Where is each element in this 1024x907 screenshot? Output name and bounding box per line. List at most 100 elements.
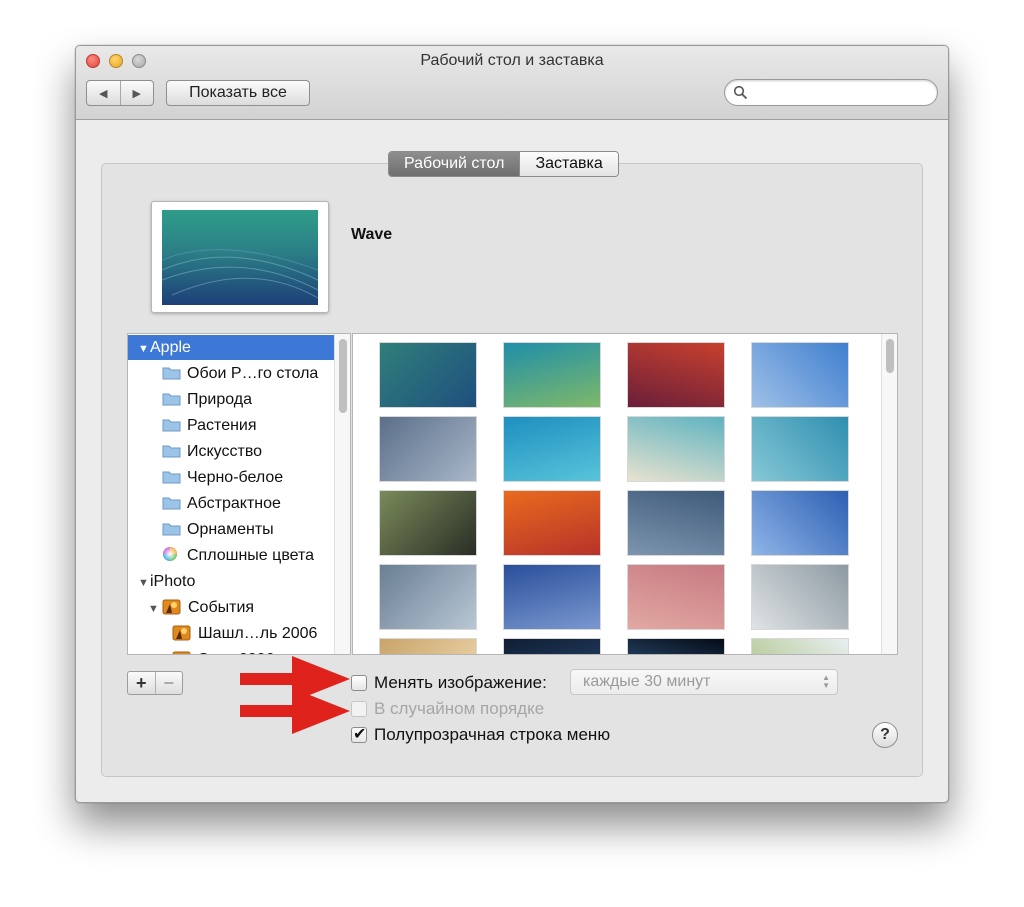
wallpaper-thumbnail[interactable]: [751, 342, 849, 408]
sidebar-item[interactable]: Обои Р…го стола: [128, 361, 334, 386]
color-wheel-icon: [162, 545, 181, 561]
sidebar-item-label: iPhoto: [150, 573, 196, 590]
change-picture-checkbox[interactable]: [351, 675, 367, 691]
wallpaper-thumbnail[interactable]: [503, 490, 601, 556]
sidebar-item[interactable]: Черно-белое: [128, 465, 334, 490]
translucent-menu-checkbox[interactable]: [351, 724, 367, 744]
search-field[interactable]: [724, 79, 938, 106]
sidebar-item-label: Абстрактное: [187, 495, 281, 512]
sidebar-item[interactable]: Э…о 2006: [128, 647, 334, 654]
sidebar-item[interactable]: ▼iPhoto: [128, 569, 334, 594]
tab-desktop[interactable]: Рабочий стол: [389, 152, 520, 176]
folder-icon: [162, 467, 181, 484]
tab-screensaver[interactable]: Заставка: [519, 152, 618, 176]
tab-bar: Рабочий стол Заставка: [388, 151, 619, 177]
sidebar-item[interactable]: Искусство: [128, 439, 334, 464]
grid-scroll-thumb[interactable]: [886, 339, 894, 373]
sidebar-item-label: Шашл…ль 2006: [198, 625, 318, 642]
wallpaper-thumbnail[interactable]: [379, 638, 477, 654]
search-input[interactable]: [753, 83, 929, 103]
wallpaper-grid: [352, 333, 898, 655]
sidebar-item-label: Орнаменты: [187, 521, 274, 538]
sidebar-item-label: Растения: [187, 417, 257, 434]
wallpaper-thumbnail[interactable]: [751, 638, 849, 654]
help-button[interactable]: ?: [872, 722, 898, 748]
sidebar-item-label: Природа: [187, 391, 253, 408]
title-bar: Рабочий стол и заставка ◀ ▶ Показать все: [76, 46, 948, 120]
wallpaper-thumbnail[interactable]: [627, 342, 725, 408]
search-icon: [733, 85, 748, 100]
forward-button[interactable]: ▶: [119, 81, 154, 105]
sidebar-item-label: Обои Р…го стола: [187, 365, 319, 382]
sidebar-scroll-thumb[interactable]: [339, 339, 347, 413]
sidebar-item[interactable]: Природа: [128, 387, 334, 412]
sidebar-item-label: Искусство: [187, 443, 263, 460]
folder-icon: [162, 363, 181, 380]
sidebar-item[interactable]: ▼ События: [128, 595, 334, 620]
iphoto-event-icon: [172, 624, 192, 641]
back-arrow-icon: ◀: [99, 87, 108, 100]
wallpaper-thumbnail[interactable]: [627, 638, 725, 654]
wallpaper-thumbnail[interactable]: [379, 416, 477, 482]
change-picture-option[interactable]: Менять изображение:: [351, 673, 547, 693]
wallpaper-thumbnail[interactable]: [503, 564, 601, 630]
wallpaper-thumbnail[interactable]: [379, 564, 477, 630]
wallpaper-thumbnail[interactable]: [503, 638, 601, 654]
sidebar-item[interactable]: Абстрактное: [128, 491, 334, 516]
iphoto-events-icon: [162, 598, 182, 615]
folder-icon: [162, 389, 181, 406]
sidebar-item-label: Сплошные цвета: [187, 547, 315, 564]
back-forward-control: ◀ ▶: [86, 80, 154, 106]
current-wallpaper-preview: [151, 201, 329, 313]
add-folder-button[interactable]: +: [128, 672, 155, 694]
sidebar-scrollbar[interactable]: [334, 334, 350, 654]
sidebar-item[interactable]: Орнаменты: [128, 517, 334, 542]
select-arrows-icon: ▲ ▼: [822, 673, 830, 690]
random-order-label: В случайном порядке: [374, 699, 545, 718]
wallpaper-thumbnail[interactable]: [627, 490, 725, 556]
wallpaper-thumbnail[interactable]: [751, 416, 849, 482]
sidebar-item-label: Э…о 2006: [198, 651, 274, 654]
annotation-arrow-icon: [240, 688, 350, 734]
wallpaper-source-list: Э…о 2006Шашл…ль 2006▼События▼iPhotoСплош…: [127, 333, 351, 655]
remove-folder-button[interactable]: −: [154, 672, 183, 694]
sidebar-item-label: Черно-белое: [187, 469, 284, 486]
disclosure-triangle-icon[interactable]: ▼: [148, 597, 160, 622]
wallpaper-thumbnail[interactable]: [751, 564, 849, 630]
translucent-menu-option[interactable]: Полупрозрачная строка меню: [351, 724, 611, 745]
interval-value: каждые 30 минут: [583, 673, 711, 690]
translucent-menu-label: Полупрозрачная строка меню: [374, 725, 611, 744]
change-picture-label: Менять изображение:: [374, 673, 547, 692]
folder-icon: [162, 493, 181, 510]
wallpaper-thumbnail[interactable]: [627, 564, 725, 630]
random-order-option[interactable]: В случайном порядке: [351, 699, 544, 719]
preferences-window: Рабочий стол и заставка ◀ ▶ Показать все…: [75, 45, 949, 803]
wallpaper-thumbnail[interactable]: [503, 342, 601, 408]
disclosure-triangle-icon[interactable]: ▼: [138, 337, 150, 362]
sidebar-item[interactable]: Шашл…ль 2006: [128, 621, 334, 646]
wallpaper-thumbnail[interactable]: [751, 490, 849, 556]
wallpaper-preview-image: [161, 210, 319, 305]
sidebar-item[interactable]: Растения: [128, 413, 334, 438]
random-order-checkbox[interactable]: [351, 701, 367, 717]
sidebar-item-label: События: [188, 599, 255, 616]
disclosure-triangle-icon[interactable]: ▼: [138, 571, 150, 596]
wallpaper-thumbnail[interactable]: [627, 416, 725, 482]
wallpaper-thumbnail[interactable]: [379, 342, 477, 408]
interval-select[interactable]: каждые 30 минут ▲ ▼: [570, 669, 838, 695]
wallpaper-thumbnail[interactable]: [379, 490, 477, 556]
wallpaper-thumbnail[interactable]: [503, 416, 601, 482]
grid-scrollbar[interactable]: [881, 334, 897, 654]
folder-icon: [162, 519, 181, 536]
forward-arrow-icon: ▶: [132, 87, 141, 100]
folder-icon: [162, 415, 181, 432]
sidebar-item-label: Apple: [150, 339, 191, 356]
sidebar-item[interactable]: Сплошные цвета: [128, 543, 334, 568]
add-remove-control: + −: [127, 671, 183, 695]
folder-icon: [162, 441, 181, 458]
window-title: Рабочий стол и заставка: [420, 52, 604, 69]
wallpaper-name: Wave: [351, 226, 393, 243]
back-button[interactable]: ◀: [87, 81, 120, 105]
show-all-button[interactable]: Показать все: [166, 80, 310, 106]
sidebar-item[interactable]: ▼Apple: [128, 335, 334, 360]
